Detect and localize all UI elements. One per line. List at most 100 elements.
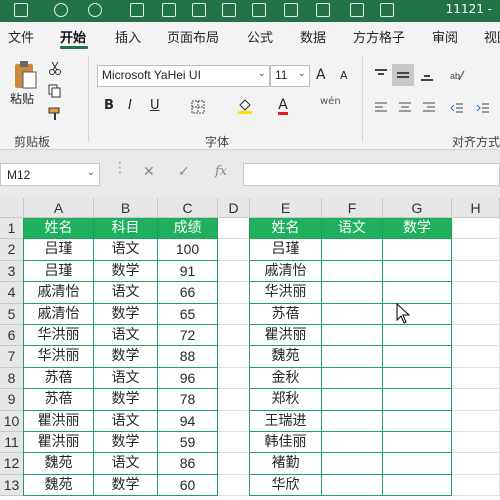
cell-f7[interactable] [322,346,383,368]
table-icon[interactable] [192,3,206,17]
cell-c12[interactable]: 86 [158,453,218,475]
align-top-icon[interactable] [372,66,390,84]
row-header-7[interactable]: 7 [0,346,24,368]
tab-review[interactable]: 审阅 [432,27,458,46]
name-box[interactable]: M12 ⌄ [0,163,100,186]
cell-c6[interactable]: 72 [158,325,218,347]
tab-home[interactable]: 开始 [60,27,86,46]
cell-f5[interactable] [322,303,383,325]
grid-icon[interactable] [350,3,364,17]
cell-d13[interactable] [218,474,250,497]
cell-b3[interactable]: 数学 [94,260,158,283]
border-icon[interactable] [190,99,206,115]
file-icon[interactable] [316,3,330,17]
table-header-cell[interactable]: 科目 [94,218,158,240]
bold-button[interactable]: B [104,98,114,113]
cell-a12[interactable]: 魏苑 [24,453,94,475]
cell-h1[interactable] [452,218,500,240]
cell-c4[interactable]: 66 [158,282,218,304]
paste-button[interactable]: 粘贴 [10,90,34,107]
format-icon[interactable] [252,3,266,17]
cell-c8[interactable]: 96 [158,367,218,390]
cell-c10[interactable]: 94 [158,410,218,432]
align-center-icon[interactable] [396,99,414,117]
cell-b11[interactable]: 数学 [94,432,158,454]
align-bottom-icon[interactable] [418,66,436,84]
cell-a4[interactable]: 戚清怡 [24,282,94,304]
cell-b13[interactable]: 数学 [94,474,158,497]
cell-f13[interactable] [322,474,383,497]
tab-fangfang[interactable]: 方方格子 [353,27,405,46]
font-name-dropdown[interactable]: Microsoft YaHei UI ⌄ [97,65,270,87]
worksheet-grid[interactable]: A B C D E F G H 1 姓名 科目 成绩 姓名 语文 数学 2 吕瑾 语文 100 吕瑾 3 吕瑾 数学 91 戚清… [0,198,500,500]
cell-g9[interactable] [383,389,452,411]
cell-d12[interactable] [218,453,250,475]
cell-e11[interactable]: 韩佳丽 [250,432,322,454]
cut-icon[interactable] [46,60,64,76]
cell-b6[interactable]: 语文 [94,325,158,347]
table-header-cell[interactable]: 姓名 [250,218,322,240]
cell-e5[interactable]: 苏蓓 [250,303,322,325]
tab-page-layout[interactable]: 页面布局 [167,27,219,46]
cell-b9[interactable]: 数学 [94,389,158,411]
cell-g7[interactable] [383,346,452,368]
orientation-icon[interactable]: ab [446,66,468,84]
cell-e3[interactable]: 戚清怡 [250,260,322,283]
cell-a3[interactable]: 吕瑾 [24,260,94,283]
cell-e4[interactable]: 华洪丽 [250,282,322,304]
cell-d3[interactable] [218,260,250,283]
cell-h5[interactable] [452,303,500,325]
decrease-indent-icon[interactable] [448,99,466,117]
new-icon[interactable] [130,3,144,17]
cell-d7[interactable] [218,346,250,368]
column-header-a[interactable]: A [24,198,94,218]
cell-h11[interactable] [452,432,500,454]
redo-icon[interactable] [88,3,102,17]
row-header-12[interactable]: 12 [0,453,24,475]
column-header-d[interactable]: D [218,198,250,218]
table-header-cell[interactable]: 成绩 [158,218,218,240]
table-header-cell[interactable]: 数学 [383,218,452,240]
row-header-8[interactable]: 8 [0,367,24,390]
cell-f9[interactable] [322,389,383,411]
column-header-h[interactable]: H [452,198,500,218]
column-header-f[interactable]: F [322,198,383,218]
cell-f8[interactable] [322,367,383,390]
sheet-icon[interactable] [222,3,236,17]
cell-e7[interactable]: 魏苑 [250,346,322,368]
align-left-icon[interactable] [372,99,390,117]
column-header-e[interactable]: E [250,198,322,218]
cell-c2[interactable]: 100 [158,239,218,261]
cell-h7[interactable] [452,346,500,368]
select-all-corner[interactable] [0,198,24,218]
cell-h3[interactable] [452,260,500,283]
cell-e13[interactable]: 华欣 [250,474,322,497]
cell-d4[interactable] [218,282,250,304]
cell-g10[interactable] [383,410,452,432]
cell-e6[interactable]: 瞿洪丽 [250,325,322,347]
underline-button[interactable]: U [150,98,160,113]
align-middle-icon[interactable] [392,64,414,86]
cell-b5[interactable]: 数学 [94,303,158,325]
cell-e12[interactable]: 褚勤 [250,453,322,475]
grow-font-button[interactable]: A [316,67,326,83]
column-header-g[interactable]: G [383,198,452,218]
confirm-icon[interactable]: ✓ [178,164,190,180]
formula-input[interactable] [243,163,500,186]
cell-b8[interactable]: 语文 [94,367,158,390]
cell-a11[interactable]: 瞿洪丽 [24,432,94,454]
cell-g12[interactable] [383,453,452,475]
cell-e10[interactable]: 王瑞进 [250,410,322,432]
cell-d10[interactable] [218,410,250,432]
fill-color-icon[interactable] [236,96,254,116]
row-header-5[interactable]: 5 [0,303,24,325]
undo-icon[interactable] [54,3,68,17]
cell-e8[interactable]: 金秋 [250,367,322,390]
cell-g2[interactable] [383,239,452,261]
cell-h9[interactable] [452,389,500,411]
tab-insert[interactable]: 插入 [115,27,141,46]
cell-f2[interactable] [322,239,383,261]
cell-g8[interactable] [383,367,452,390]
cell-a2[interactable]: 吕瑾 [24,239,94,261]
cell-b12[interactable]: 语文 [94,453,158,475]
